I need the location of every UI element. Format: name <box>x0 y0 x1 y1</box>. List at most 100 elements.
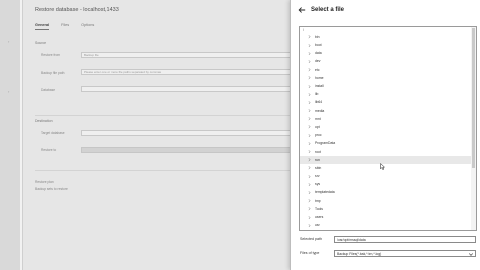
tree-root[interactable]: / <box>303 28 304 32</box>
back-arrow-icon[interactable] <box>298 6 306 14</box>
tree-item[interactable]: data <box>300 49 472 57</box>
tree-item[interactable]: Tools <box>300 205 472 213</box>
restore-plan-heading: Restore plan <box>35 180 54 184</box>
tree-item[interactable]: proc <box>300 131 472 139</box>
chevron-right-icon[interactable] <box>308 215 311 219</box>
tree-item-label: sys <box>315 182 321 187</box>
target-database-input[interactable] <box>81 130 317 136</box>
chevron-right-icon[interactable] <box>308 158 311 162</box>
chevron-right-icon[interactable] <box>308 109 311 113</box>
tree-item-label: media <box>315 108 325 113</box>
tree-item[interactable]: run <box>300 155 472 164</box>
chevron-right-icon[interactable] <box>308 199 311 203</box>
tree-item-label: etc <box>315 67 320 72</box>
chevron-right-icon: › <box>8 39 10 44</box>
tree-item-label: sbin <box>315 165 322 170</box>
target-database-label: Target database <box>41 131 65 135</box>
tree-item-label: bin <box>315 34 320 39</box>
tree-item-label: proc <box>315 133 322 138</box>
chevron-right-icon[interactable] <box>308 207 311 211</box>
section-destination: Destination <box>35 119 53 123</box>
select-file-flyout: Select a file / bin boot data dev etc home ins… <box>290 0 480 270</box>
chevron-right-icon[interactable] <box>308 191 311 195</box>
tree-item-label: srv <box>315 174 320 179</box>
chevron-right-icon[interactable] <box>308 60 311 64</box>
tree-item[interactable]: srv <box>300 172 472 180</box>
database-label: Database <box>41 88 56 92</box>
backup-file-path-placeholder: Please enter one or more file paths sepa… <box>84 70 162 74</box>
tree-item-label: users <box>315 215 324 220</box>
chevron-right-icon[interactable] <box>308 142 311 146</box>
tree-item-label: home <box>315 75 324 80</box>
tree-item-label: lib64 <box>315 100 323 105</box>
chevron-right-icon[interactable] <box>308 101 311 105</box>
chevron-right-icon[interactable] <box>308 125 311 129</box>
tree-item-label: root <box>315 149 321 154</box>
tree-item[interactable]: etc <box>300 66 472 74</box>
chevron-right-icon[interactable] <box>308 223 311 227</box>
chevron-down-icon <box>469 252 473 256</box>
chevron-right-icon[interactable] <box>308 182 311 186</box>
tree-item-label: mnt <box>315 116 321 121</box>
tree-item[interactable]: boot <box>300 41 472 49</box>
chevron-right-icon[interactable] <box>308 117 311 121</box>
tab-general[interactable]: General <box>35 23 50 30</box>
chevron-right-icon[interactable] <box>308 150 311 154</box>
chevron-right-icon[interactable] <box>308 68 311 72</box>
tree-item[interactable]: opt <box>300 123 472 131</box>
chevron-right-icon[interactable] <box>308 84 311 88</box>
tree-item[interactable]: bin <box>300 33 472 41</box>
left-activity-bar: › › <box>0 0 20 270</box>
file-tree[interactable]: / bin boot data dev etc home install lib lib64 me… <box>299 26 477 231</box>
selected-path-value: /var/opt/mssql/data <box>337 238 366 242</box>
tree-item[interactable]: install <box>300 82 472 90</box>
restore-to-label: Restore to <box>41 148 57 152</box>
tree-item[interactable]: media <box>300 107 472 115</box>
scroll-thumb[interactable] <box>472 28 475 168</box>
tree-item[interactable]: sbin <box>300 164 472 172</box>
tree-item[interactable]: root <box>300 148 472 156</box>
tree-item-label: boot <box>315 43 322 48</box>
tree-item[interactable]: home <box>300 74 472 82</box>
tree-item-label: tmp <box>315 198 321 203</box>
tree-item-label: templatedata <box>315 190 335 195</box>
tree-item-label: dev <box>315 59 321 64</box>
tree-item-label: opt <box>315 124 320 129</box>
backup-file-path-input[interactable]: Please enter one or more file paths sepa… <box>81 69 317 75</box>
tree-item[interactable]: tmp <box>300 197 472 205</box>
chevron-right-icon[interactable] <box>308 166 311 170</box>
chevron-right-icon[interactable] <box>308 51 311 55</box>
tree-item[interactable]: dev <box>300 58 472 66</box>
section-source: Source <box>35 41 47 45</box>
flyout-header: Select a file <box>291 0 480 22</box>
files-of-type-select[interactable]: Backup Files(*.bak,*.trn,*.log) <box>334 250 476 257</box>
tab-options[interactable]: Options <box>81 23 94 30</box>
tree-item-label: data <box>315 51 322 56</box>
tree-item[interactable]: sys <box>300 180 472 188</box>
chevron-right-icon[interactable] <box>308 133 311 137</box>
restore-from-select[interactable]: Backup file <box>81 52 317 58</box>
tree-item[interactable]: templatedata <box>300 189 472 197</box>
tree-item[interactable]: ProgramData <box>300 139 472 147</box>
restore-from-value: Backup file <box>84 53 99 57</box>
tree-item[interactable]: usr <box>300 221 472 229</box>
restore-tabs: General Files Options <box>35 23 94 30</box>
files-of-type-value: Backup Files(*.bak,*.trn,*.log) <box>337 252 382 256</box>
chevron-right-icon[interactable] <box>308 92 311 96</box>
tree-item[interactable]: users <box>300 213 472 221</box>
chevron-right-icon[interactable] <box>308 174 311 178</box>
tree-item[interactable]: mnt <box>300 115 472 123</box>
chevron-right-icon[interactable] <box>308 43 311 47</box>
chevron-right-icon: › <box>8 89 10 94</box>
tree-scrollbar[interactable] <box>471 27 476 230</box>
restore-to-input <box>81 147 317 153</box>
tree-item[interactable]: lib64 <box>300 99 472 107</box>
chevron-right-icon[interactable] <box>308 35 311 39</box>
database-select[interactable] <box>81 86 317 92</box>
tree-item[interactable]: lib <box>300 90 472 98</box>
flyout-title: Select a file <box>311 7 345 13</box>
selected-path-input[interactable]: /var/opt/mssql/data <box>334 236 476 243</box>
chevron-right-icon[interactable] <box>308 76 311 80</box>
tab-files[interactable]: Files <box>61 23 69 30</box>
tree-item-label: install <box>315 84 324 89</box>
